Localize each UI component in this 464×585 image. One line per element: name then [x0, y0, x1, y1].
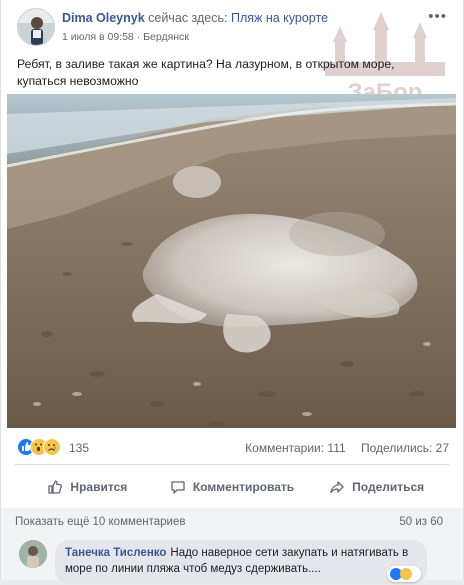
checkin-prefix: сейчас здесь: — [148, 11, 228, 25]
stats-divider — [15, 464, 449, 465]
engagement-counts: Комментарии: 111 Поделились: 27 — [245, 441, 449, 455]
share-button[interactable]: Поделиться — [304, 472, 449, 502]
more-dots-icon[interactable]: ••• — [428, 8, 447, 25]
header-title-line: Dima Oleynyk сейчас здесь: Пляж на курор… — [62, 11, 328, 25]
comment-icon — [171, 481, 185, 494]
sad-reaction-icon — [43, 438, 61, 456]
shares-count[interactable]: Поделились: 27 — [361, 441, 449, 455]
post-location[interactable]: Бердянск — [143, 31, 189, 43]
comment-author[interactable]: Танечка Тисленко — [65, 547, 166, 559]
show-more-comments-link[interactable]: Показать ещё 10 комментариев — [15, 516, 186, 528]
post-meta: 1 июля в 09:58 · Бердянск — [62, 31, 189, 43]
comments-count[interactable]: Комментарии: 111 — [245, 441, 346, 455]
post-actions: Нравится Комментировать Поделиться — [15, 472, 449, 502]
post-text: Ребят, в заливе такая же картина? На лаз… — [17, 57, 395, 88]
comment-bubble: Танечка Тисленко Надо наверное сети закуп… — [55, 540, 427, 584]
checkin-place[interactable]: Пляж на курорте — [231, 11, 328, 25]
post-stats: 135 Комментарии: 111 Поделились: 27 — [15, 438, 449, 460]
share-label: Поделиться — [352, 480, 425, 494]
thumbs-up-icon — [48, 480, 63, 494]
author-avatar[interactable] — [17, 8, 55, 46]
facebook-post-card: Dima Oleynyk сейчас здесь: Пляж на курор… — [0, 0, 464, 584]
comments-progress: 50 из 60 — [399, 516, 443, 528]
jellyfish-on-beach-photo[interactable] — [7, 94, 456, 428]
post-header: Dima Oleynyk сейчас здесь: Пляж на курор… — [15, 8, 449, 48]
author-name[interactable]: Dima Oleynyk — [62, 11, 145, 25]
comment-label: Комментировать — [192, 480, 295, 494]
comment-button[interactable]: Комментировать — [160, 472, 305, 502]
like-button[interactable]: Нравится — [15, 472, 160, 502]
post-date[interactable]: 1 июля в 09:58 — [62, 31, 134, 43]
share-arrow-icon — [330, 481, 344, 494]
like-label: Нравится — [70, 480, 128, 494]
meta-separator: · — [136, 31, 141, 43]
reaction-count: 135 — [69, 441, 90, 455]
commenter-avatar[interactable] — [19, 540, 47, 568]
